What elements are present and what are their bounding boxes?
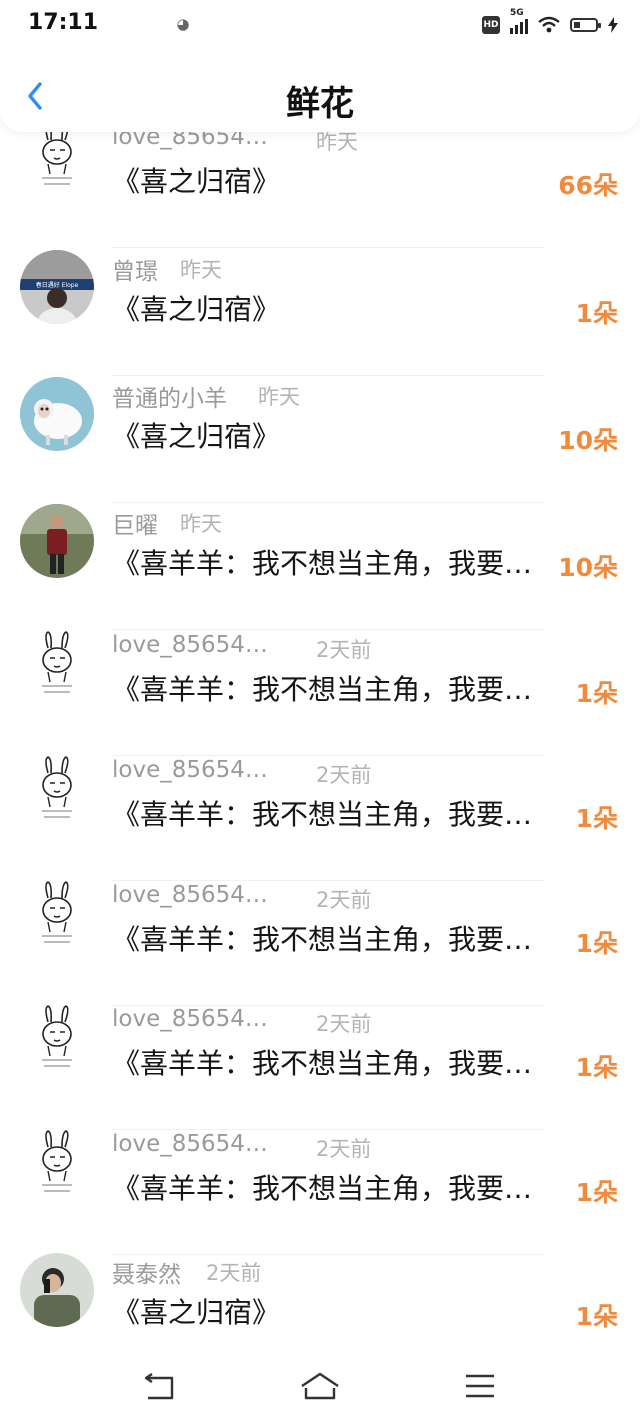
divider (112, 375, 544, 376)
work-title[interactable]: 《喜羊羊：我不想当主角，我要… (112, 1042, 532, 1082)
avatar[interactable] (20, 504, 94, 578)
timestamp: 2天前 (316, 1137, 372, 1161)
flower-count: 1朵 (575, 679, 618, 708)
timestamp: 昨天 (180, 512, 222, 536)
page-header: 鲜花 (0, 50, 640, 132)
flower-count: 66朵 (558, 171, 618, 200)
timestamp: 2天前 (316, 888, 372, 912)
toutiao-icon: 头条 (97, 19, 113, 28)
username[interactable]: 聂泰然 (112, 1255, 181, 1289)
iqiyi-icon: ▶ (153, 19, 161, 29)
flower-count: 10朵 (558, 426, 618, 455)
tiktok-icon: ♪ (128, 19, 134, 29)
flower-count: 1朵 (575, 929, 618, 958)
flower-count: 1朵 (575, 1178, 618, 1207)
list-item[interactable]: love_85654… 昨天 《喜之归宿》 66朵 (0, 122, 640, 248)
list-item[interactable]: 巨曜 昨天 《喜羊羊：我不想当主角，我要… 10朵 (0, 504, 640, 630)
page-title: 鲜花 (286, 84, 354, 124)
avatar[interactable] (20, 1004, 94, 1078)
avatar[interactable] (20, 1253, 94, 1327)
work-title[interactable]: 《喜之归宿》 (112, 288, 280, 328)
wifi-icon (538, 16, 560, 33)
avatar[interactable] (20, 377, 94, 451)
flower-count: 1朵 (575, 1053, 618, 1082)
back-nav-icon[interactable] (138, 1366, 182, 1406)
charging-icon (608, 17, 618, 33)
avatar[interactable] (20, 122, 94, 196)
flower-count: 1朵 (575, 804, 618, 833)
flower-count: 1朵 (575, 1302, 618, 1331)
username[interactable]: love_85654… (112, 882, 268, 908)
list-item[interactable]: 普通的小羊 昨天 《喜之归宿》 10朵 (0, 377, 640, 503)
home-nav-icon[interactable] (298, 1366, 342, 1406)
username[interactable]: love_85654… (112, 757, 268, 783)
hd-icon: HD (482, 16, 500, 34)
list-item[interactable]: love_85654… 2天前 《喜羊羊：我不想当主角，我要… 1朵 (0, 880, 640, 1006)
work-title[interactable]: 《喜羊羊：我不想当主角，我要… (112, 918, 532, 958)
status-time: 17:11 (28, 10, 99, 35)
timestamp: 2天前 (316, 638, 372, 662)
system-nav-bar (0, 1348, 640, 1422)
flower-count: 10朵 (558, 553, 618, 582)
work-title[interactable]: 《喜羊羊：我不想当主角，我要… (112, 542, 532, 582)
menu-nav-icon[interactable] (458, 1366, 502, 1406)
timestamp: 昨天 (258, 385, 300, 409)
avatar[interactable] (20, 1129, 94, 1203)
divider (112, 247, 544, 248)
avatar[interactable] (20, 630, 94, 704)
timestamp: 2天前 (206, 1261, 262, 1285)
list-item[interactable]: 春日遇好 Elope 曾璟 昨天 《喜之归宿》 1朵 (0, 250, 640, 376)
signal-icon: 5G (510, 8, 528, 34)
wechat-icon: ◕ (176, 15, 190, 33)
username[interactable]: 曾璟 (112, 252, 158, 286)
flower-count: 1朵 (575, 299, 618, 328)
divider (112, 502, 544, 503)
list-item[interactable]: love_85654… 2天前 《喜羊羊：我不想当主角，我要… 1朵 (0, 1004, 640, 1130)
username[interactable]: 巨曜 (112, 506, 158, 540)
timestamp: 2天前 (316, 1012, 372, 1036)
username[interactable]: 普通的小羊 (112, 379, 227, 413)
work-title[interactable]: 《喜羊羊：我不想当主角，我要… (112, 1167, 532, 1207)
list-item[interactable]: love_85654… 2天前 《喜羊羊：我不想当主角，我要… 1朵 (0, 630, 640, 756)
username[interactable]: love_85654… (112, 1131, 268, 1157)
work-title[interactable]: 《喜羊羊：我不想当主角，我要… (112, 793, 532, 833)
battery-icon (570, 18, 601, 32)
avatar[interactable]: 春日遇好 Elope (20, 250, 94, 324)
avatar[interactable] (20, 880, 94, 954)
timestamp: 昨天 (180, 258, 222, 282)
list-item[interactable]: 聂泰然 2天前 《喜之归宿》 1朵 (0, 1253, 640, 1343)
timestamp: 2天前 (316, 763, 372, 787)
svg-text:春日遇好 Elope: 春日遇好 Elope (36, 281, 79, 289)
list-item[interactable]: love_85654… 2天前 《喜羊羊：我不想当主角，我要… 1朵 (0, 755, 640, 881)
work-title[interactable]: 《喜羊羊：我不想当主角，我要… (112, 668, 532, 708)
work-title[interactable]: 《喜之归宿》 (112, 415, 280, 455)
username[interactable]: love_85654… (112, 1006, 268, 1032)
work-title[interactable]: 《喜之归宿》 (112, 1291, 280, 1331)
avatar[interactable] (20, 755, 94, 829)
username[interactable]: love_85654… (112, 632, 268, 658)
work-title[interactable]: 《喜之归宿》 (112, 160, 280, 200)
status-bar: 17:11 头条 ♪ ▶ ◕ HD 5G (0, 0, 640, 50)
list-item[interactable]: love_85654… 2天前 《喜羊羊：我不想当主角，我要… 1朵 (0, 1129, 640, 1255)
